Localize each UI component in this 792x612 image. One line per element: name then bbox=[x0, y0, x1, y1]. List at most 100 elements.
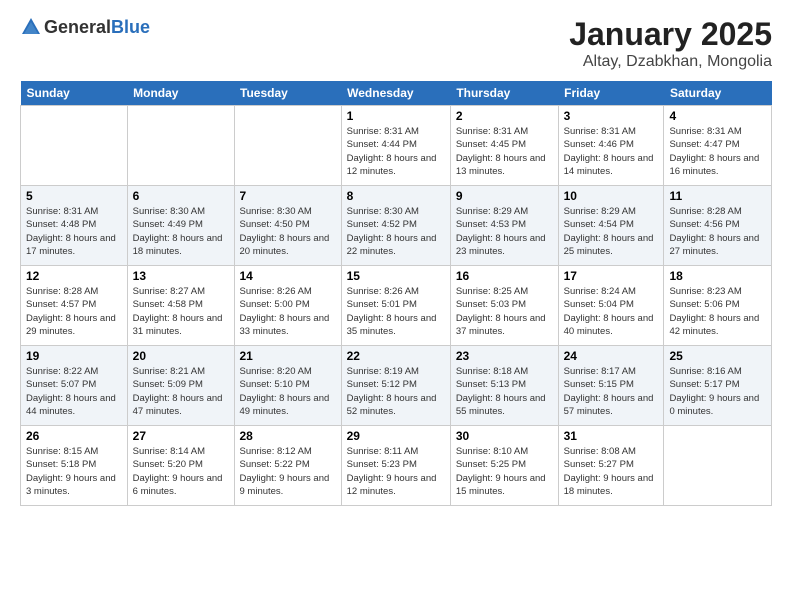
day-number: 22 bbox=[347, 349, 445, 363]
day-info: Sunrise: 8:28 AMSunset: 4:56 PMDaylight:… bbox=[669, 205, 766, 258]
day-number: 5 bbox=[26, 189, 122, 203]
day-info: Sunrise: 8:19 AMSunset: 5:12 PMDaylight:… bbox=[347, 365, 445, 418]
table-row: 10Sunrise: 8:29 AMSunset: 4:54 PMDayligh… bbox=[558, 186, 664, 266]
table-row: 16 Sunrise: 8:25 AMSunset: 5:03 PMDayligh… bbox=[450, 266, 558, 346]
day-info: Sunrise: 8:28 AMSunset: 4:57 PMDaylight:… bbox=[26, 285, 122, 338]
table-row: 14Sunrise: 8:26 AMSunset: 5:00 PMDayligh… bbox=[234, 266, 341, 346]
page-container: General Blue January 2025 Altay, Dzabkha… bbox=[0, 0, 792, 516]
day-number: 8 bbox=[347, 189, 445, 203]
day-info: Sunrise: 8:31 AMSunset: 4:44 PMDaylight:… bbox=[347, 125, 445, 178]
day-info: Sunrise: 8:30 AMSunset: 4:50 PMDaylight:… bbox=[240, 205, 336, 258]
day-number: 4 bbox=[669, 109, 766, 123]
day-number: 16 bbox=[456, 269, 553, 283]
day-info: Sunrise: 8:21 AMSunset: 5:09 PMDaylight:… bbox=[133, 365, 229, 418]
table-row: 11 Sunrise: 8:28 AMSunset: 4:56 PMDayligh… bbox=[664, 186, 772, 266]
table-row: 27Sunrise: 8:14 AMSunset: 5:20 PMDayligh… bbox=[127, 426, 234, 506]
table-row: 9 Sunrise: 8:29 AMSunset: 4:53 PMDaylight… bbox=[450, 186, 558, 266]
day-number: 23 bbox=[456, 349, 553, 363]
table-row: 19 Sunrise: 8:22 AMSunset: 5:07 PMDayligh… bbox=[21, 346, 128, 426]
day-number: 11 bbox=[669, 189, 766, 203]
day-number: 21 bbox=[240, 349, 336, 363]
table-row: 7 Sunrise: 8:30 AMSunset: 4:50 PMDaylight… bbox=[234, 186, 341, 266]
header: General Blue January 2025 Altay, Dzabkha… bbox=[20, 16, 772, 71]
day-number: 6 bbox=[133, 189, 229, 203]
day-number: 29 bbox=[347, 429, 445, 443]
day-info: Sunrise: 8:08 AMSunset: 5:27 PMDaylight:… bbox=[564, 445, 659, 498]
day-info: Sunrise: 8:29 AMSunset: 4:53 PMDaylight:… bbox=[456, 205, 553, 258]
logo-icon bbox=[20, 16, 42, 38]
day-info: Sunrise: 8:11 AMSunset: 5:23 PMDaylight:… bbox=[347, 445, 445, 498]
day-info: Sunrise: 8:18 AMSunset: 5:13 PMDaylight:… bbox=[456, 365, 553, 418]
table-row bbox=[21, 106, 128, 186]
table-row: 31 Sunrise: 8:08 AMSunset: 5:27 PMDayligh… bbox=[558, 426, 664, 506]
calendar-week-row: 19 Sunrise: 8:22 AMSunset: 5:07 PMDayligh… bbox=[21, 346, 772, 426]
day-number: 3 bbox=[564, 109, 659, 123]
table-row bbox=[234, 106, 341, 186]
table-row: 18Sunrise: 8:23 AMSunset: 5:06 PMDayligh… bbox=[664, 266, 772, 346]
table-row bbox=[127, 106, 234, 186]
day-number: 25 bbox=[669, 349, 766, 363]
logo-general: General bbox=[44, 17, 111, 38]
day-number: 9 bbox=[456, 189, 553, 203]
table-row: 17Sunrise: 8:24 AMSunset: 5:04 PMDayligh… bbox=[558, 266, 664, 346]
table-row: 23 Sunrise: 8:18 AMSunset: 5:13 PMDayligh… bbox=[450, 346, 558, 426]
table-row: 20Sunrise: 8:21 AMSunset: 5:09 PMDayligh… bbox=[127, 346, 234, 426]
table-row: 8 Sunrise: 8:30 AMSunset: 4:52 PMDaylight… bbox=[341, 186, 450, 266]
table-row: 26 Sunrise: 8:15 AMSunset: 5:18 PMDayligh… bbox=[21, 426, 128, 506]
header-saturday: Saturday bbox=[664, 81, 772, 106]
day-number: 1 bbox=[347, 109, 445, 123]
day-info: Sunrise: 8:31 AMSunset: 4:48 PMDaylight:… bbox=[26, 205, 122, 258]
header-tuesday: Tuesday bbox=[234, 81, 341, 106]
title-area: January 2025 Altay, Dzabkhan, Mongolia bbox=[569, 16, 772, 71]
header-sunday: Sunday bbox=[21, 81, 128, 106]
calendar-header-row: Sunday Monday Tuesday Wednesday Thursday… bbox=[21, 81, 772, 106]
day-info: Sunrise: 8:14 AMSunset: 5:20 PMDaylight:… bbox=[133, 445, 229, 498]
table-row: 24Sunrise: 8:17 AMSunset: 5:15 PMDayligh… bbox=[558, 346, 664, 426]
table-row: 3 Sunrise: 8:31 AMSunset: 4:46 PMDaylight… bbox=[558, 106, 664, 186]
day-info: Sunrise: 8:27 AMSunset: 4:58 PMDaylight:… bbox=[133, 285, 229, 338]
table-row: 6 Sunrise: 8:30 AMSunset: 4:49 PMDaylight… bbox=[127, 186, 234, 266]
day-number: 14 bbox=[240, 269, 336, 283]
table-row: 30 Sunrise: 8:10 AMSunset: 5:25 PMDayligh… bbox=[450, 426, 558, 506]
day-number: 12 bbox=[26, 269, 122, 283]
day-info: Sunrise: 8:30 AMSunset: 4:49 PMDaylight:… bbox=[133, 205, 229, 258]
day-number: 7 bbox=[240, 189, 336, 203]
day-number: 26 bbox=[26, 429, 122, 443]
day-info: Sunrise: 8:10 AMSunset: 5:25 PMDaylight:… bbox=[456, 445, 553, 498]
month-title: January 2025 bbox=[569, 16, 772, 53]
day-info: Sunrise: 8:17 AMSunset: 5:15 PMDaylight:… bbox=[564, 365, 659, 418]
day-number: 19 bbox=[26, 349, 122, 363]
logo-text: General Blue bbox=[20, 16, 150, 38]
logo: General Blue bbox=[20, 16, 150, 38]
calendar-week-row: 12 Sunrise: 8:28 AMSunset: 4:57 PMDayligh… bbox=[21, 266, 772, 346]
day-number: 2 bbox=[456, 109, 553, 123]
day-number: 30 bbox=[456, 429, 553, 443]
day-info: Sunrise: 8:30 AMSunset: 4:52 PMDaylight:… bbox=[347, 205, 445, 258]
day-number: 18 bbox=[669, 269, 766, 283]
calendar-week-row: 1 Sunrise: 8:31 AMSunset: 4:44 PMDaylight… bbox=[21, 106, 772, 186]
location-subtitle: Altay, Dzabkhan, Mongolia bbox=[569, 53, 772, 71]
header-wednesday: Wednesday bbox=[341, 81, 450, 106]
table-row bbox=[664, 426, 772, 506]
day-info: Sunrise: 8:25 AMSunset: 5:03 PMDaylight:… bbox=[456, 285, 553, 338]
table-row: 2Sunrise: 8:31 AMSunset: 4:45 PMDaylight… bbox=[450, 106, 558, 186]
day-info: Sunrise: 8:16 AMSunset: 5:17 PMDaylight:… bbox=[669, 365, 766, 418]
header-monday: Monday bbox=[127, 81, 234, 106]
day-info: Sunrise: 8:20 AMSunset: 5:10 PMDaylight:… bbox=[240, 365, 336, 418]
table-row: 15 Sunrise: 8:26 AMSunset: 5:01 PMDayligh… bbox=[341, 266, 450, 346]
day-number: 28 bbox=[240, 429, 336, 443]
day-number: 15 bbox=[347, 269, 445, 283]
table-row: 28 Sunrise: 8:12 AMSunset: 5:22 PMDayligh… bbox=[234, 426, 341, 506]
table-row: 22 Sunrise: 8:19 AMSunset: 5:12 PMDayligh… bbox=[341, 346, 450, 426]
calendar-table: Sunday Monday Tuesday Wednesday Thursday… bbox=[20, 81, 772, 506]
header-friday: Friday bbox=[558, 81, 664, 106]
day-info: Sunrise: 8:31 AMSunset: 4:46 PMDaylight:… bbox=[564, 125, 659, 178]
table-row: 1 Sunrise: 8:31 AMSunset: 4:44 PMDaylight… bbox=[341, 106, 450, 186]
table-row: 5 Sunrise: 8:31 AMSunset: 4:48 PMDaylight… bbox=[21, 186, 128, 266]
day-info: Sunrise: 8:15 AMSunset: 5:18 PMDaylight:… bbox=[26, 445, 122, 498]
logo-blue: Blue bbox=[111, 17, 150, 38]
day-info: Sunrise: 8:22 AMSunset: 5:07 PMDaylight:… bbox=[26, 365, 122, 418]
day-info: Sunrise: 8:26 AMSunset: 5:01 PMDaylight:… bbox=[347, 285, 445, 338]
day-number: 31 bbox=[564, 429, 659, 443]
day-info: Sunrise: 8:12 AMSunset: 5:22 PMDaylight:… bbox=[240, 445, 336, 498]
